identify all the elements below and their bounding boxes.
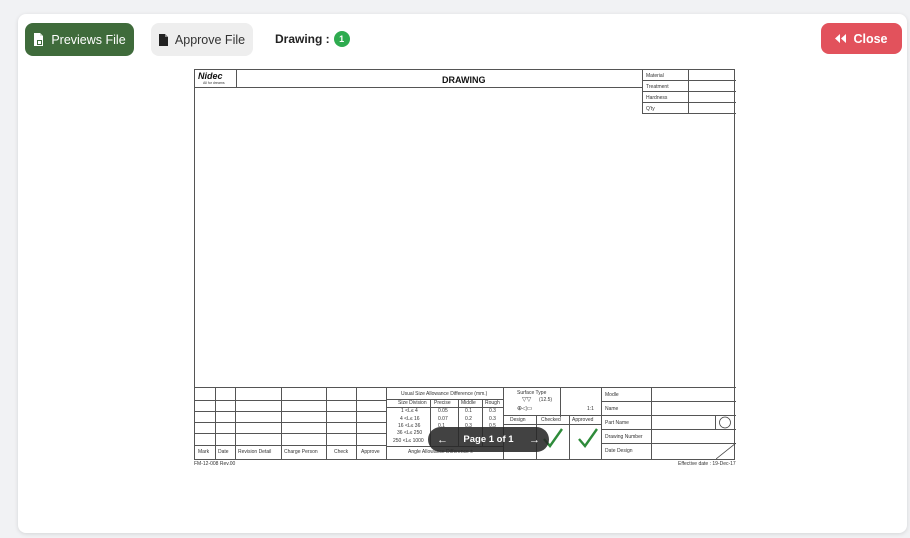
arrow-left-icon[interactable]: ← [437,434,448,446]
tolerance-cell: 0.05 [438,408,448,414]
logo-tagline: All for dreams [203,81,225,85]
tolerance-header: Middle [461,400,476,406]
revision-header: Approve [361,449,380,455]
sheet-title: DRAWING [442,75,486,85]
revision-header: Charge Person [284,449,318,455]
title-field: Part Name [605,420,629,426]
title-field: Drawing Number [605,434,643,440]
company-logo: Nidec [198,71,223,81]
prop-label: Material [646,73,664,79]
tolerance-cell: 250 <L≤ 1000 [393,438,424,444]
revision-header: Revision Detail [238,449,272,455]
sign-header: Approved [572,417,594,423]
tolerance-header: Rough [485,400,500,406]
drawing-sheet: Nidec All for dreams DRAWING Material Tr… [194,69,736,460]
sign-header: Checked [541,417,561,423]
drawing-count: Drawing : 1 [275,31,350,47]
tolerance-cell: 0.07 [438,416,448,422]
prop-label: Hardness [646,95,668,101]
tolerance-cell: 0.3 [489,416,496,422]
previews-file-label: Previews File [51,32,126,47]
arrow-right-icon[interactable]: → [529,434,540,446]
projection-circle-icon [719,416,731,429]
tolerance-cell: 4 <L≤ 16 [400,416,420,422]
tolerance-title: Usual Size Allowance Difference (mm.) [401,391,488,397]
page-indicator: Page 1 of 1 [463,434,514,445]
drawing-count-badge: 1 [333,31,350,47]
file-preview-icon [34,33,44,46]
tolerance-cell: 0.3 [489,408,496,414]
revision-header: Date [218,449,229,455]
tolerance-cell: 36 <L≤ 250 [397,430,423,436]
title-field: Modle [605,392,619,398]
title-field: Date Design [605,448,633,454]
surface-value: (12.5) [539,397,553,403]
tolerance-header: Size Division [398,400,427,406]
close-label: Close [853,31,888,46]
page-navigator: ← Page 1 of 1 → [428,427,549,452]
tolerance-cell: 0.2 [465,416,472,422]
surface-symbol: ▽▽ [522,397,532,403]
projection-symbol: ⊕◁▭ [517,406,533,412]
previews-file-button[interactable]: Previews File [25,23,134,56]
approved-check-icon [578,428,598,448]
tolerance-cell: 1 <L≤ 4 [401,408,418,414]
tolerance-header: Precise [434,400,451,406]
tolerance-cell: 16 <L≤ 36 [398,423,421,429]
scale-value: 1:1 [587,406,594,412]
title-field: Name [605,406,619,412]
sign-header: Design [510,417,526,423]
drawing-count-label: Drawing : [275,32,330,46]
revision-header: Mark [198,449,210,455]
form-code: FM-12-008 Rev.00 [194,461,236,467]
prop-label: Q'ty [646,106,655,112]
prop-label: Treatment [646,84,669,90]
close-button[interactable]: Close [821,23,902,54]
rewind-icon [835,34,847,43]
revision-header: Check [334,449,349,455]
tolerance-cell: 0.1 [465,408,472,414]
approve-file-button[interactable]: Approve File [151,23,253,56]
approve-file-label: Approve File [174,32,246,47]
effective-date: Effective date : 19-Dec-17 [678,461,736,467]
file-icon [158,33,168,46]
corner-fold-icon [716,443,736,459]
